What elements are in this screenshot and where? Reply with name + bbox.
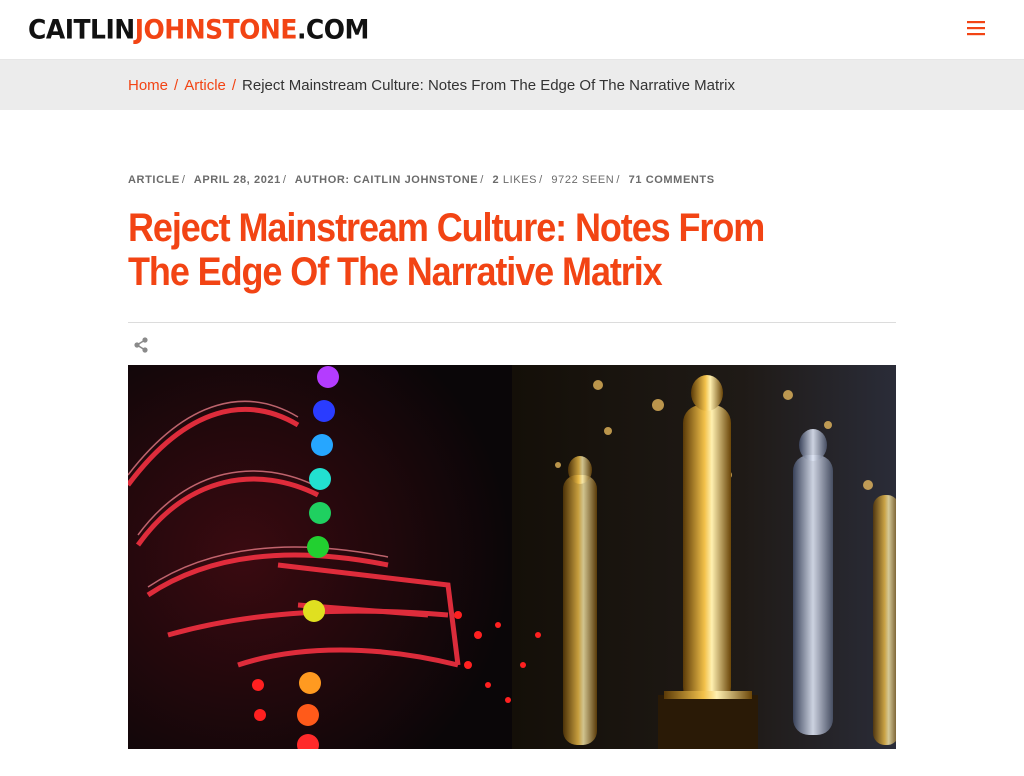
meta-likes-count[interactable]: 2 [493,174,500,186]
breadcrumb-home-link[interactable]: Home [128,77,168,94]
article-title: Reject Mainstream Culture: Notes From Th… [128,206,765,294]
meta-separator: / [616,174,620,186]
meta-separator: / [282,174,287,186]
logo-text-johnstone: JOHNSTONE [134,14,298,45]
post-meta: ARTICLE / APRIL 28, 2021/ AUTHOR: CAITLIN… [128,174,715,186]
meta-separator: / [181,174,186,186]
site-header: CAITLINJOHNSTONE.COM [0,0,1024,60]
logo-text-com: .COM [296,14,369,45]
share-icon[interactable] [132,336,150,354]
breadcrumb-separator: / [174,77,179,94]
breadcrumb-separator: / [231,77,237,94]
site-logo[interactable]: CAITLINJOHNSTONE.COM [28,12,369,48]
meta-separator: / [480,174,484,186]
breadcrumb: Home / Article / Reject Mainstream Culture: … [128,76,735,96]
meta-likes-label: LIKES [502,174,538,186]
breadcrumb-current: Reject Mainstream Culture: Notes From Th… [242,77,735,94]
meta-category[interactable]: ARTICLE [128,174,180,186]
meta-author[interactable]: AUTHOR: CAITLIN JOHNSTONE [295,174,478,186]
featured-image-illustration [128,365,896,749]
title-divider [128,322,896,323]
featured-image [128,365,896,749]
meta-date[interactable]: APRIL 28, 2021 [194,174,281,186]
breadcrumb-article-link[interactable]: Article [184,77,226,94]
logo-text-caitlin: CAITLIN [28,14,135,45]
meta-comments[interactable]: 71 COMMENTS [629,174,715,186]
hamburger-icon[interactable] [964,18,988,40]
meta-separator: / [539,174,543,186]
breadcrumb-bar: Home / Article / Reject Mainstream Culture: … [0,60,1024,110]
meta-seen: 9722 SEEN [551,174,615,186]
